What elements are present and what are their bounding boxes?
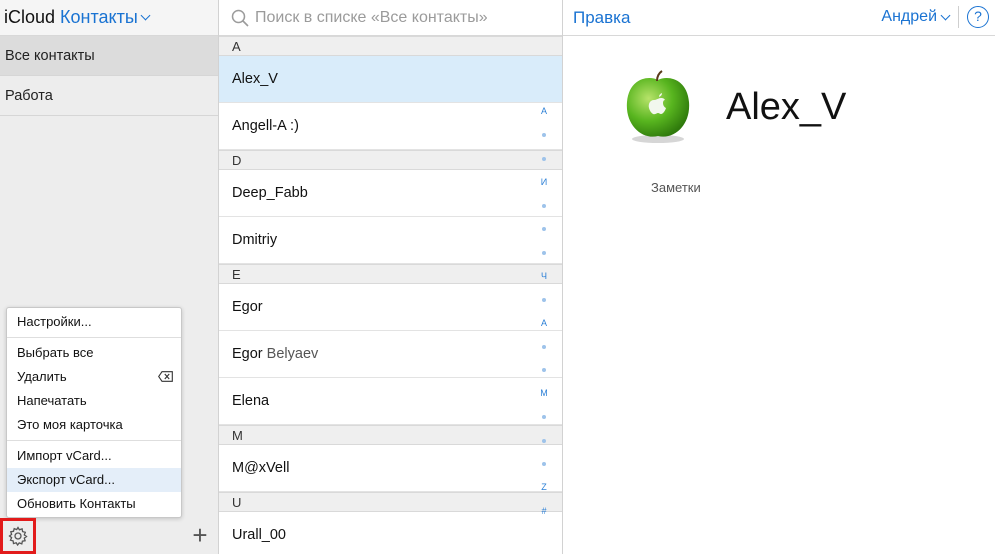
index-dot[interactable] xyxy=(539,124,549,148)
help-button[interactable]: ? xyxy=(967,6,989,28)
search-field[interactable]: Поиск в списке «Все контакты» xyxy=(219,0,562,36)
menu-item-delete-label: Удалить xyxy=(17,369,67,384)
contact-last-name: Belyaev xyxy=(266,346,319,362)
section-header-a: A xyxy=(219,36,562,56)
contact-name: Alex_V xyxy=(726,86,847,128)
toolbar-divider xyxy=(958,6,959,28)
gear-icon xyxy=(8,526,28,546)
group-work[interactable]: Работа xyxy=(0,76,218,116)
chevron-down-icon xyxy=(940,10,951,20)
section-header-e: E xyxy=(219,264,562,284)
index-letter[interactable]: # xyxy=(539,500,549,524)
menu-item-preferences[interactable]: Настройки... xyxy=(7,310,181,334)
account-menu[interactable]: Андрей xyxy=(881,8,951,26)
index-dot[interactable] xyxy=(539,288,549,312)
index-letter[interactable]: Z xyxy=(539,476,549,500)
index-letter[interactable]: Ч xyxy=(539,265,549,289)
contact-first-name: M@xVell xyxy=(232,460,290,476)
index-dot[interactable] xyxy=(539,218,549,242)
index-dot[interactable] xyxy=(539,359,549,383)
contact-row[interactable]: Urall_00 xyxy=(219,512,562,554)
index-letter[interactable]: М xyxy=(539,382,549,406)
groups-sidebar: iCloud Контакты Все контакты Работа Наст… xyxy=(0,0,219,554)
section-header-m: M xyxy=(219,425,562,445)
detail-toolbar: Правка Андрей ? xyxy=(563,0,995,36)
menu-item-print[interactable]: Напечатать xyxy=(7,389,181,413)
notes-label: Заметки xyxy=(651,180,701,195)
contact-first-name: Urall_00 xyxy=(232,527,286,543)
index-dot[interactable] xyxy=(539,147,549,171)
index-dot[interactable] xyxy=(539,429,549,453)
contact-row[interactable]: Egor Belyaev xyxy=(219,331,562,378)
chevron-down-icon[interactable] xyxy=(140,10,151,21)
index-dot[interactable] xyxy=(539,335,549,359)
section-header-d: D xyxy=(219,150,562,170)
contact-row[interactable]: Dmitriy xyxy=(219,217,562,264)
index-letter[interactable]: A xyxy=(539,100,549,124)
contact-row[interactable]: Deep_Fabb xyxy=(219,170,562,217)
app-switcher[interactable]: Контакты xyxy=(60,7,138,28)
contact-row[interactable]: Egor xyxy=(219,284,562,331)
menu-item-export-vcard[interactable]: Экспорт vCard... xyxy=(7,468,181,492)
contact-list: Поиск в списке «Все контакты» A Alex_V A… xyxy=(219,0,563,554)
account-name: Андрей xyxy=(881,8,937,25)
search-placeholder: Поиск в списке «Все контакты» xyxy=(255,8,488,26)
contact-first-name: Elena xyxy=(232,393,270,409)
contact-row[interactable]: Alex_V xyxy=(219,56,562,103)
menu-divider xyxy=(7,440,181,441)
index-letter[interactable]: А xyxy=(539,312,549,336)
contact-first-name: Deep_Fabb xyxy=(232,185,308,201)
settings-button[interactable] xyxy=(0,518,36,554)
alphabet-index[interactable]: A И Ч А М Z # xyxy=(539,100,549,523)
group-all-contacts[interactable]: Все контакты xyxy=(0,36,218,76)
index-letter[interactable]: И xyxy=(539,171,549,195)
contact-first-name: Egor xyxy=(232,299,263,315)
contact-detail: Правка Андрей ? Alex_V Заметки xyxy=(563,0,995,554)
contact-row[interactable]: Angell-A :) xyxy=(219,103,562,150)
delete-key-icon xyxy=(158,371,173,382)
menu-item-refresh[interactable]: Обновить Контакты xyxy=(7,492,181,516)
index-dot[interactable] xyxy=(539,194,549,218)
contact-row[interactable]: M@xVell xyxy=(219,445,562,492)
menu-item-my-card[interactable]: Это моя карточка xyxy=(7,413,181,437)
add-contact-button[interactable]: + xyxy=(189,522,211,548)
menu-item-delete[interactable]: Удалить xyxy=(7,365,181,389)
search-icon xyxy=(231,9,249,27)
contact-first-name: Angell-A :) xyxy=(232,118,299,134)
index-dot[interactable] xyxy=(539,453,549,477)
icloud-brand: iCloud xyxy=(4,7,56,27)
menu-item-import-vcard[interactable]: Импорт vCard... xyxy=(7,444,181,468)
edit-button[interactable]: Правка xyxy=(573,8,630,28)
contact-avatar-apple-image xyxy=(626,70,690,143)
index-dot[interactable] xyxy=(539,406,549,430)
contact-first-name: Alex_V xyxy=(232,71,278,87)
section-header-u: U xyxy=(219,492,562,512)
contact-first-name: Dmitriy xyxy=(232,232,278,248)
contact-row[interactable]: Elena xyxy=(219,378,562,425)
menu-divider xyxy=(7,337,181,338)
index-dot[interactable] xyxy=(539,241,549,265)
actions-menu: Настройки... Выбрать все Удалить Напечат… xyxy=(6,307,182,518)
menu-item-select-all[interactable]: Выбрать все xyxy=(7,341,181,365)
app-header: iCloud Контакты xyxy=(0,0,218,36)
contact-first-name: Egor xyxy=(232,346,263,362)
